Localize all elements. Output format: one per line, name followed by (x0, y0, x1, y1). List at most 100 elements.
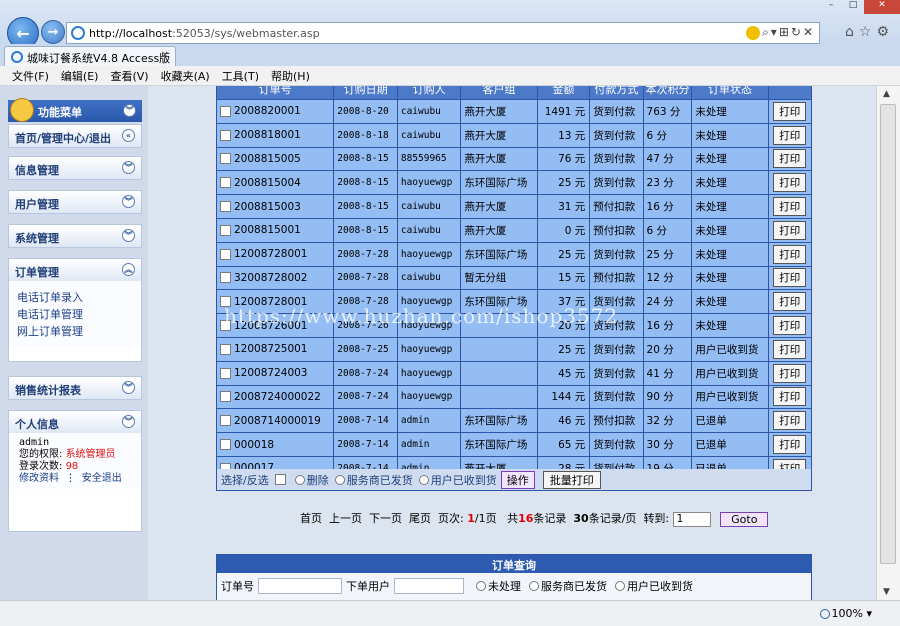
minimize-button[interactable]: – (820, 0, 842, 14)
print-button[interactable]: 打印 (773, 197, 807, 217)
query-received-radio[interactable] (615, 581, 625, 591)
sidebar-section-title[interactable]: 用户管理 ︾ (9, 191, 141, 213)
sidebar-home-title[interactable]: 首页/管理中心/退出 « (9, 125, 141, 147)
menu-favorites[interactable]: 收藏夹(A) (161, 68, 210, 84)
order-no-text[interactable]: 12008728001 (234, 248, 308, 260)
vertical-scrollbar[interactable]: ▲ ▼ (876, 86, 900, 600)
maximize-button[interactable]: □ (842, 0, 864, 14)
order-no-text[interactable]: 12008725001 (234, 343, 308, 355)
row-checkbox[interactable] (220, 153, 231, 165)
section-label[interactable]: 信息管理 (15, 164, 59, 177)
sidebar-section-title[interactable]: 信息管理 ︾ (9, 157, 141, 179)
favorites-icon[interactable]: ☆ (859, 24, 877, 40)
section-label[interactable]: 个人信息 (15, 418, 59, 431)
row-checkbox[interactable] (220, 272, 231, 284)
received-radio[interactable] (418, 474, 429, 485)
menu-tools[interactable]: 工具(T) (222, 68, 259, 84)
print-button[interactable]: 打印 (773, 363, 807, 383)
shipped-radio[interactable] (334, 474, 345, 485)
print-button[interactable]: 打印 (773, 173, 807, 193)
pending-radio[interactable] (476, 581, 486, 591)
home-link[interactable]: 首页/管理中心/退出 (15, 132, 111, 145)
delete-radio[interactable] (294, 474, 305, 485)
section-label[interactable]: 用户管理 (15, 198, 59, 211)
query-shipped-radio[interactable] (529, 581, 539, 591)
order-no-text[interactable]: 2008815001 (234, 224, 301, 236)
print-button[interactable]: 打印 (773, 387, 807, 407)
zoom-control[interactable]: 100% ▾ (819, 607, 872, 620)
row-checkbox[interactable] (220, 248, 231, 260)
section-label[interactable]: 订单管理 (15, 266, 59, 279)
print-button[interactable]: 打印 (773, 268, 807, 288)
edit-profile-link[interactable]: 修改资料 (19, 473, 59, 484)
row-checkbox[interactable] (220, 391, 231, 403)
order-no-text[interactable]: 2008815004 (234, 177, 301, 189)
search-dropdown-icon[interactable]: ⌕▾ (762, 25, 779, 39)
first-page-link[interactable]: 首页 (300, 512, 322, 525)
chevron-left-icon[interactable]: « (122, 129, 135, 142)
last-page-link[interactable]: 尾页 (409, 512, 431, 525)
menu-view[interactable]: 查看(V) (110, 68, 148, 84)
print-button[interactable]: 打印 (773, 339, 807, 359)
menu-file[interactable]: 文件(F) (12, 68, 49, 84)
row-checkbox[interactable] (220, 224, 231, 236)
print-button[interactable]: 打印 (773, 220, 807, 240)
next-page-link[interactable]: 下一页 (369, 512, 402, 525)
print-button[interactable]: 打印 (773, 125, 807, 145)
row-checkbox[interactable] (220, 129, 231, 141)
compat-icon[interactable]: ⊞ (779, 25, 791, 39)
order-no-text[interactable]: 12008724003 (234, 367, 308, 379)
tab-close-icon[interactable]: ✕ (161, 50, 169, 61)
compat-view-icon[interactable] (746, 25, 761, 40)
print-button[interactable]: 打印 (773, 435, 807, 455)
row-checkbox[interactable] (220, 439, 231, 451)
row-checkbox[interactable] (220, 105, 231, 117)
sidebar-section-title[interactable]: 个人信息 ︾ (9, 411, 141, 433)
section-label[interactable]: 销售统计报表 (15, 384, 81, 397)
row-checkbox[interactable] (220, 177, 231, 189)
gear-icon[interactable]: ⚙ (876, 24, 894, 40)
print-button[interactable]: 打印 (773, 101, 807, 121)
select-toggle-label[interactable]: 选择/反选 (221, 472, 269, 488)
phone-order-mgmt-link[interactable]: 电话订单管理 (17, 306, 133, 323)
order-no-text[interactable]: 2008815005 (234, 153, 301, 165)
goto-page-input[interactable]: 1 (672, 511, 711, 527)
sidebar-section-title[interactable]: 销售统计报表 ︾ (9, 377, 141, 399)
order-no-text[interactable]: 2008714000019 (234, 415, 321, 427)
chevron-down-icon[interactable]: ︾ (122, 381, 135, 394)
sidebar-section-title[interactable]: 订单管理 ︽ (9, 259, 141, 281)
menu-edit[interactable]: 编辑(E) (61, 68, 99, 84)
scroll-up-icon[interactable]: ▲ (883, 89, 890, 99)
print-button[interactable]: 打印 (773, 149, 807, 169)
chevron-down-icon[interactable]: ︾ (122, 195, 135, 208)
user-input[interactable] (394, 578, 464, 594)
order-no-text[interactable]: 2008818001 (234, 129, 301, 141)
order-no-text[interactable]: 2008724000022 (234, 391, 321, 403)
home-icon[interactable]: ⌂ (845, 24, 859, 40)
refresh-icon[interactable]: ↻ (791, 25, 803, 39)
row-checkbox[interactable] (220, 367, 231, 379)
row-checkbox[interactable] (220, 201, 231, 213)
scroll-down-icon[interactable]: ▼ (883, 587, 890, 597)
sidebar-section-title[interactable]: 系统管理 ︾ (9, 225, 141, 247)
chevron-down-icon[interactable]: ︾ (122, 229, 135, 242)
phone-order-entry-link[interactable]: 电话订单录入 (17, 289, 133, 306)
row-checkbox[interactable] (220, 343, 231, 355)
goto-button[interactable]: Goto (720, 511, 769, 527)
print-button[interactable]: 打印 (773, 244, 807, 264)
chevron-down-icon[interactable]: ︾ (122, 415, 135, 428)
chevron-up-icon[interactable]: ︽ (122, 263, 135, 276)
batch-print-button[interactable]: 批量打印 (542, 470, 601, 489)
prev-page-link[interactable]: 上一页 (329, 512, 362, 525)
row-checkbox[interactable] (220, 415, 231, 427)
order-no-input[interactable] (258, 578, 342, 594)
stop-icon[interactable]: ✕ (803, 25, 815, 39)
menu-help[interactable]: 帮助(H) (271, 68, 310, 84)
chevron-down-icon[interactable]: ︾ (122, 161, 135, 174)
select-all-checkbox[interactable] (274, 474, 286, 485)
print-button[interactable]: 打印 (773, 316, 807, 336)
print-button[interactable]: 打印 (773, 411, 807, 431)
order-no-text[interactable]: 000018 (234, 439, 274, 451)
close-window-button[interactable]: ✕ (864, 0, 900, 14)
online-order-mgmt-link[interactable]: 网上订单管理 (17, 323, 133, 340)
